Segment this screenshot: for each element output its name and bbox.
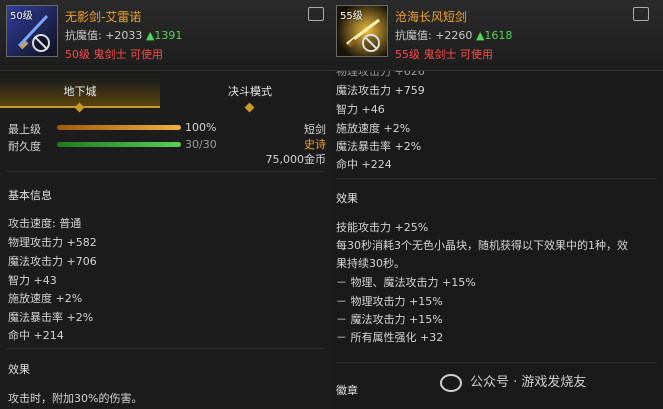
left-requirement: 50级 鬼剑士 可使用: [65, 48, 163, 61]
right-requirement: 55级 鬼剑士 可使用: [395, 48, 493, 61]
left-item-name: 无影剑-艾雷诺: [65, 10, 142, 24]
stat-line: 魔法暴击率 +2%: [8, 311, 94, 324]
weapon-type: 短剑: [304, 123, 326, 136]
left-item-header: 50级 无影剑-艾雷诺 抗魔值: +2033 ▲1391 50级 鬼剑士 可使用: [0, 0, 330, 71]
stat-line: 智力 +43: [8, 274, 57, 287]
mode-tabs: 地下城 决斗模式: [0, 78, 330, 113]
divider: [6, 171, 324, 172]
divider: [336, 178, 657, 179]
effect-line: － 物理、魔法攻击力 +15%: [336, 276, 476, 289]
left-refine-number: +2033: [105, 29, 143, 42]
share-icon[interactable]: [308, 7, 324, 21]
emblem-title: 徽章: [336, 384, 358, 397]
right-item-icon: 55级: [336, 5, 388, 57]
effect-line: － 物理攻击力 +15%: [336, 295, 443, 308]
effect-line: 果持续30秒。: [336, 257, 405, 270]
watermark-text: 公众号 · 游戏发烧友: [470, 375, 587, 390]
right-refine-up: ▲1618: [475, 29, 513, 42]
tab-dungeon-label: 地下城: [63, 85, 97, 98]
effect-line: 技能攻击力 +25%: [336, 221, 429, 234]
watermark: 公众号 · 游戏发烧友: [440, 371, 586, 392]
left-refine-value: 抗魔值: +2033 ▲1391: [65, 27, 182, 43]
right-item-header: 55级 沧海长风短剑 抗魔值: +2260 ▲1618 55级 鬼剑士 可使用: [330, 0, 663, 71]
effect-line: － 魔法攻击力 +15%: [336, 313, 443, 326]
divider: [6, 348, 324, 349]
stat-line: 智力 +46: [336, 103, 385, 116]
durability-bar: [57, 142, 181, 147]
stat-line: 魔法攻击力 +759: [336, 84, 425, 97]
tab-pvp-indicator: [244, 102, 255, 113]
max-level-bar-fill: [57, 125, 181, 130]
price-value: 75,000金币: [265, 153, 327, 166]
basic-info-title: 基本信息: [8, 189, 52, 202]
right-item-tooltip: 物理攻击力 +626 55级 沧海长风短剑 抗魔值: +2260 ▲1618 5…: [330, 0, 663, 409]
stat-line: 魔法暴击率 +2%: [336, 140, 422, 153]
right-refine-value: 抗魔值: +2260 ▲1618: [395, 27, 512, 43]
left-refine-label: 抗魔值:: [65, 29, 102, 42]
right-item-name: 沧海长风短剑: [395, 10, 468, 24]
tab-pvp[interactable]: 决斗模式: [170, 78, 330, 113]
stat-line: 命中 +214: [8, 329, 64, 342]
tab-pvp-label: 决斗模式: [228, 85, 272, 98]
left-item-tooltip: 50级 无影剑-艾雷诺 抗魔值: +2033 ▲1391 50级 鬼剑士 可使用…: [0, 0, 330, 409]
durability-label: 耐久度: [8, 140, 41, 153]
unavailable-icon: [362, 34, 380, 52]
wechat-icon: [440, 373, 462, 392]
stat-line: 攻击速度: 普通: [8, 217, 82, 230]
left-level-badge: 50级: [10, 11, 33, 22]
max-level-bar: [57, 125, 181, 130]
left-item-icon: 50级: [6, 5, 58, 57]
left-refine-up: ▲1391: [145, 29, 183, 42]
stat-line: 物理攻击力 +582: [8, 236, 97, 249]
durability-value: 30/30: [185, 138, 217, 151]
right-refine-number: +2260: [435, 29, 473, 42]
left-effect-text: 攻击时，附加30%的伤害。: [8, 392, 143, 405]
divider: [336, 362, 657, 363]
right-level-badge: 55级: [340, 11, 363, 22]
rarity-label: 史诗: [304, 138, 326, 151]
share-icon[interactable]: [633, 7, 649, 21]
right-effect-title: 效果: [336, 192, 358, 205]
tab-dungeon-indicator: [74, 102, 85, 113]
stat-line: 命中 +224: [336, 158, 392, 171]
right-refine-label: 抗魔值:: [395, 29, 432, 42]
max-level-value: 100%: [185, 121, 217, 134]
max-level-label: 最上级: [8, 123, 41, 136]
left-effect-title: 效果: [8, 363, 30, 376]
effect-line: － 所有属性强化 +32: [336, 331, 444, 344]
stat-line: 魔法攻击力 +706: [8, 255, 97, 268]
unavailable-icon: [32, 34, 50, 52]
effect-line: 每30秒消耗3个无色小晶块，随机获得以下效果中的1种，效: [336, 239, 628, 252]
tab-dungeon[interactable]: 地下城: [0, 78, 160, 113]
stat-line: 施放速度 +2%: [8, 292, 83, 305]
stat-line: 施放速度 +2%: [336, 122, 411, 135]
durability-bar-fill: [57, 142, 181, 147]
